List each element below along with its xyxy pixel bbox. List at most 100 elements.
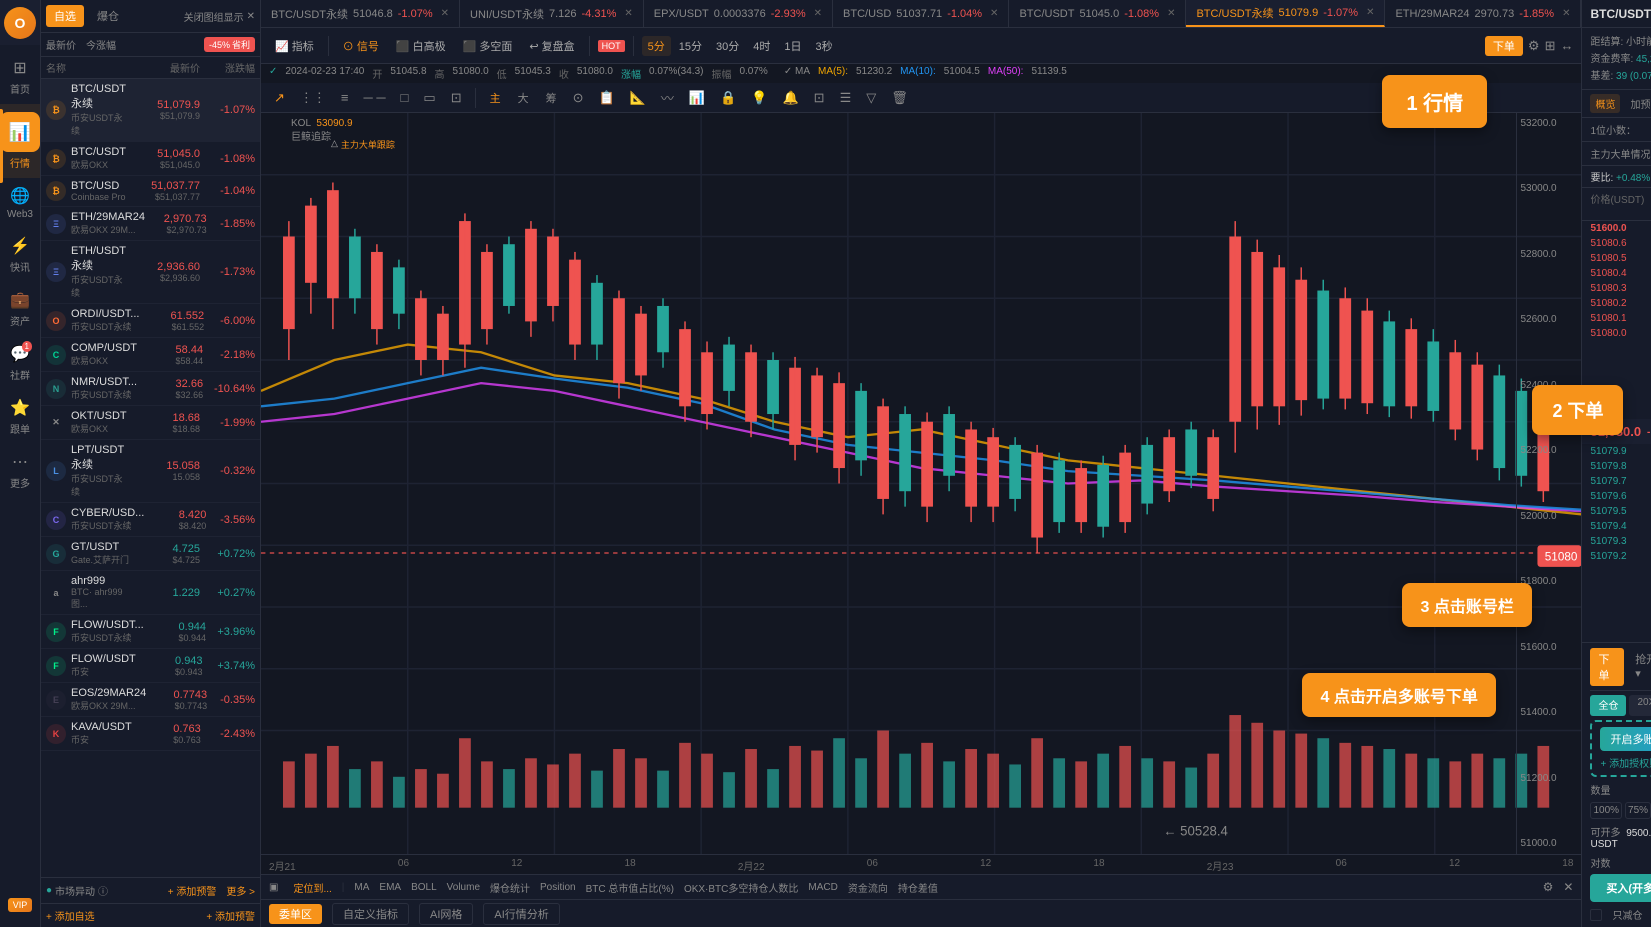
- bottom-tab-volume[interactable]: Volume: [447, 882, 480, 893]
- tool-14[interactable]: ⊡: [809, 88, 830, 108]
- pct-btn-75%[interactable]: 75%: [1625, 802, 1651, 819]
- fib-tool[interactable]: ⊡: [446, 88, 467, 108]
- nav-news[interactable]: ⚡ 快讯: [0, 228, 40, 282]
- market-item-eos-mar24[interactable]: E EOS/29MAR24 欧易OKX 29M... 0.7743 $0.774…: [41, 683, 260, 717]
- market-item-eth-mar24[interactable]: Ξ ETH/29MAR24 欧易OKX 29M... 2,970.73 $2,9…: [41, 207, 260, 241]
- bottom-tab-btc-ratio[interactable]: BTC 总市值占比(%): [586, 880, 674, 895]
- top-tab-2[interactable]: EPX/USDT 0.0003376 -2.93% ✕: [644, 0, 833, 27]
- ask-row[interactable]: 51080.5 19.308K 19.308K: [1582, 251, 1651, 266]
- add-zixuan[interactable]: + 添加自选: [46, 908, 95, 923]
- large-label[interactable]: 大: [512, 88, 535, 108]
- tool-9[interactable]: 〰: [656, 86, 679, 109]
- rst-overview[interactable]: 概览: [1590, 94, 1620, 113]
- tool-6[interactable]: ⊙: [568, 88, 589, 108]
- period-btn-1日[interactable]: 1日: [778, 36, 807, 56]
- market-item-ordi-usdt[interactable]: O ORDI/USDT... 币安USDT永续 61.552 $61.552 -…: [41, 304, 260, 338]
- indicator-settings[interactable]: ⚙: [1543, 880, 1554, 894]
- bid-row[interactable]: 51079.8 68.345K 68.345K: [1582, 459, 1651, 474]
- kline-analysis-btn[interactable]: 下单: [1485, 36, 1523, 56]
- nav-assets[interactable]: 💼 资产: [0, 282, 40, 336]
- indicator-replay[interactable]: ↩ 复盘盒: [523, 36, 580, 56]
- settings-icon[interactable]: ⚙: [1528, 38, 1540, 54]
- ask-row[interactable]: 51080.4 664.045 664.045: [1582, 266, 1651, 281]
- ask-row[interactable]: 51080.1 102.160 102.160: [1582, 311, 1651, 326]
- indicator-multi[interactable]: ⬛ 多空面: [457, 36, 519, 56]
- market-item-ahr999[interactable]: a ahr999 BTC· ahr999图... 1.229 +0.27%: [41, 571, 260, 615]
- add-forecast2[interactable]: + 添加预警: [206, 908, 255, 923]
- market-item-okt-usdt[interactable]: ✕ OKT/USDT 欧易OKX 18.68 $18.68 -1.99%: [41, 406, 260, 440]
- top-tab-4[interactable]: BTC/USDT 51045.0 -1.08% ✕: [1009, 0, 1186, 27]
- period-btn-3秒[interactable]: 3秒: [810, 36, 839, 56]
- bottom-tab-ma[interactable]: MA: [354, 882, 369, 893]
- bottom-tab-ema[interactable]: EMA: [379, 882, 401, 893]
- more-link[interactable]: 更多 >: [226, 883, 255, 898]
- tool-17[interactable]: 🗑: [886, 88, 913, 108]
- text-tool[interactable]: ▭: [418, 88, 440, 108]
- bottom-tab-okx-ratio[interactable]: OKX·BTC多空持仓人数比: [684, 880, 798, 895]
- tab-close-icon[interactable]: ✕: [1562, 8, 1570, 19]
- top-tab-1[interactable]: UNI/USDT永续 7.126 -4.31% ✕: [460, 0, 644, 27]
- market-tab-zixuan[interactable]: 自选: [46, 5, 84, 27]
- bid-row[interactable]: 51079.3 8.837K 8.837K: [1582, 534, 1651, 549]
- sub-tab-grid[interactable]: AI网格: [419, 903, 473, 925]
- cursor-tool[interactable]: ↗: [269, 88, 290, 108]
- tool-16[interactable]: ▽: [861, 88, 881, 108]
- nav-more[interactable]: ⋯ 更多: [0, 444, 40, 498]
- pct-btn-100%[interactable]: 100%: [1590, 802, 1622, 819]
- bottom-tab-locate[interactable]: 定位到...: [293, 880, 331, 895]
- vip-badge[interactable]: VIP: [8, 898, 33, 912]
- multi-account-box[interactable]: 开启多账户下单 NEW + 添加授权账户 ✦ 授权管理: [1590, 720, 1651, 777]
- rst-alert[interactable]: 加预警: [1625, 94, 1651, 113]
- tool-12[interactable]: 💡: [746, 88, 772, 108]
- sub-tab-ai[interactable]: AI行情分析: [483, 903, 559, 925]
- chart-mode-btn[interactable]: ▣: [269, 882, 278, 893]
- tab-close-icon[interactable]: ✕: [990, 8, 998, 19]
- bottom-tab-position[interactable]: Position: [540, 882, 576, 893]
- bottom-tab-boll[interactable]: BOLL: [411, 882, 437, 893]
- bottom-tab-liquidation[interactable]: 爆仓统计: [490, 880, 530, 895]
- nav-home[interactable]: ⊞ 首页: [0, 50, 40, 104]
- ask-row[interactable]: 51080.6 3.933K 3.933K: [1582, 236, 1651, 251]
- period-btn-15分[interactable]: 15分: [673, 36, 708, 56]
- ask-row[interactable]: 51080.2 2.758K 2.758K: [1582, 296, 1651, 311]
- tab-close-icon[interactable]: ✕: [1167, 8, 1175, 19]
- bid-row[interactable]: 51079.2 3.56M 3.56M: [1582, 549, 1651, 564]
- tab-close-icon[interactable]: ✕: [441, 8, 449, 19]
- period-btn-4时[interactable]: 4时: [747, 36, 776, 56]
- close-group-display[interactable]: 关闭图组显示 ✕: [184, 5, 255, 27]
- magnet-tool[interactable]: ⋮⋮: [295, 88, 331, 108]
- market-item-comp-usdt[interactable]: C COMP/USDT 欧易OKX 58.44 $58.44 -2.18%: [41, 338, 260, 372]
- tab-close-icon[interactable]: ✕: [624, 8, 632, 19]
- hline-tool[interactable]: ─ ─: [359, 88, 391, 107]
- period-btn-5分[interactable]: 5分: [642, 36, 671, 56]
- bid-row[interactable]: 51079.5 10.216K 10.216K: [1582, 504, 1651, 519]
- indicator-btn[interactable]: 📈 指标: [269, 36, 320, 56]
- account-tab-full[interactable]: 全仓: [1590, 695, 1626, 716]
- only-close-checkbox[interactable]: [1590, 909, 1602, 921]
- bottom-tab-position-diff[interactable]: 持仓差值: [898, 880, 938, 895]
- top-tab-6[interactable]: ETH/29MAR24 2970.73 -1.85% ✕: [1385, 0, 1581, 27]
- tool-11[interactable]: 🔒: [715, 88, 741, 108]
- period-btn-30分[interactable]: 30分: [710, 36, 745, 56]
- medium-label[interactable]: 筹: [540, 88, 563, 108]
- bid-row[interactable]: 51079.6 7.202K 7.202K: [1582, 489, 1651, 504]
- market-tab-baocang[interactable]: 爆仓: [89, 5, 127, 27]
- market-item-cyber-usdt[interactable]: C CYBER/USD... 币安USDT永续 8.420 $8.420 -3.…: [41, 503, 260, 537]
- ask-row[interactable]: 51080.0 384.019K 384.019K: [1582, 326, 1651, 341]
- ask-row[interactable]: 51600.0 3.61M: [1582, 221, 1651, 236]
- market-item-lpt-usdt[interactable]: L LPT/USDT永续 币安USDT永续 15.058 15.058 -0.3…: [41, 440, 260, 503]
- buy-button[interactable]: 买入(开多): [1590, 874, 1651, 902]
- bid-row[interactable]: 51079.4 7.100K 7.100K: [1582, 519, 1651, 534]
- order-tab-place[interactable]: 下单: [1590, 648, 1624, 686]
- add-forecast[interactable]: + 添加预警: [168, 883, 217, 898]
- bottom-tab-fund-flow[interactable]: 资金流向: [848, 880, 888, 895]
- bottom-tab-macd[interactable]: MACD: [808, 882, 837, 893]
- bid-row[interactable]: 51079.9 815.440K 815.440K: [1582, 444, 1651, 459]
- order-tab-quick[interactable]: 抢开仓 ▾: [1627, 648, 1651, 686]
- market-item-btc-usdt-perp[interactable]: ₿ BTC/USDT永续 币安USDT永续 51,079.9 $51,079.9…: [41, 79, 260, 142]
- market-item-btc-usdt-okx[interactable]: ₿ BTC/USDT 欧易OKX 51,045.0 $51,045.0 -1.0…: [41, 142, 260, 176]
- tool-10[interactable]: 📊: [684, 88, 710, 108]
- top-tab-5[interactable]: BTC/USDT永续 51079.9 -1.07% ✕: [1186, 0, 1385, 27]
- multi-account-btn[interactable]: 开启多账户下单 NEW: [1600, 727, 1651, 751]
- market-item-gt-usdt[interactable]: G GT/USDT Gate.艾萨开门 4.725 $4.725 +0.72%: [41, 537, 260, 571]
